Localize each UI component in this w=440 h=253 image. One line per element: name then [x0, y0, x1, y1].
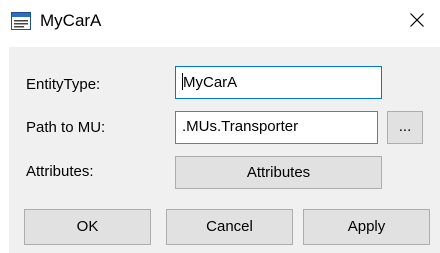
- dialog-client-area: EntityType: MyCarA Path to MU: .MUs.Tran…: [9, 47, 440, 253]
- entity-type-input[interactable]: MyCarA: [175, 66, 382, 99]
- path-to-mu-label: Path to MU:: [26, 119, 106, 136]
- window-app-icon: [11, 12, 31, 30]
- cancel-button[interactable]: Cancel: [166, 209, 293, 245]
- entity-type-label: EntityType:: [26, 76, 101, 93]
- attributes-button[interactable]: Attributes: [175, 156, 382, 189]
- close-button[interactable]: [394, 0, 440, 40]
- apply-button[interactable]: Apply: [303, 209, 430, 245]
- path-to-mu-input[interactable]: .MUs.Transporter: [175, 111, 378, 144]
- entity-type-value: MyCarA: [183, 74, 238, 91]
- browse-button[interactable]: ...: [387, 111, 423, 144]
- title-bar: MyCarA: [0, 0, 440, 44]
- close-icon: [410, 13, 424, 27]
- attributes-label: Attributes:: [26, 163, 94, 180]
- window-title: MyCarA: [40, 11, 102, 30]
- dialog-window: MyCarA EntityType: MyCarA Path to MU: .M…: [0, 0, 440, 253]
- path-to-mu-value: .MUs.Transporter: [182, 118, 299, 135]
- ok-button[interactable]: OK: [24, 209, 151, 245]
